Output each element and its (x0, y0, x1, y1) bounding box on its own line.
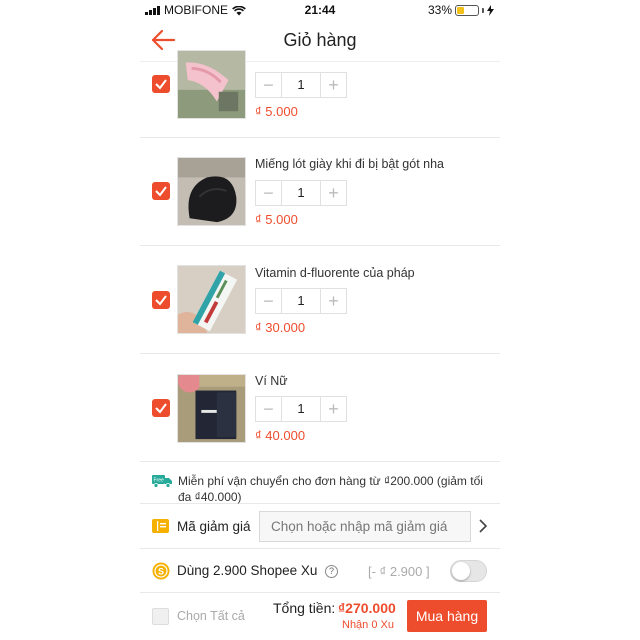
quantity-stepper: − 1 + (255, 288, 347, 314)
quantity-value[interactable]: 1 (281, 397, 321, 421)
cart-screen: MOBIFONE 21:44 33% Giỏ hàng − 1 + ₫ 5.00… (140, 0, 500, 640)
page-title: Giỏ hàng (283, 30, 357, 50)
battery-icon (455, 4, 479, 16)
item-price: ₫ 5.000 (255, 104, 298, 119)
checkmark-icon (155, 186, 167, 197)
product-photo-pink-item (178, 51, 245, 118)
status-bar: MOBIFONE 21:44 33% (140, 0, 500, 20)
battery-percent: 33% (427, 3, 452, 17)
item-price: ₫ 30.000 (255, 320, 306, 335)
charging-bolt-icon (487, 4, 494, 16)
coins-discount: [- ₫ 2.900 ] (368, 564, 430, 579)
svg-text:S: S (158, 566, 164, 576)
cart-item: Vitamin d-fluorente của pháp − 1 + ₫ 30.… (140, 246, 500, 354)
checkmark-icon (155, 403, 167, 414)
cart-item: − 1 + ₫ 5.000 (140, 50, 500, 138)
increase-button[interactable]: + (321, 181, 346, 205)
buy-button[interactable]: Mua hàng (407, 600, 487, 632)
item-name[interactable]: Miếng lót giày khi đi bị bật gót nha (255, 157, 495, 171)
increase-button[interactable]: + (321, 73, 346, 97)
item-checkbox[interactable] (152, 291, 170, 309)
decrease-button[interactable]: − (256, 181, 281, 205)
coins-toggle[interactable] (450, 560, 487, 582)
item-name[interactable]: Vitamin d-fluorente của pháp (255, 266, 495, 280)
product-image[interactable] (177, 50, 246, 119)
coins-earned: Nhận 0 Xu (342, 619, 394, 631)
svg-text:Free: Free (154, 478, 165, 484)
item-checkbox[interactable] (152, 182, 170, 200)
toggle-knob (452, 562, 470, 580)
decrease-button[interactable]: − (256, 289, 281, 313)
quantity-value[interactable]: 1 (281, 289, 321, 313)
select-all-label[interactable]: Chọn Tất cả (177, 609, 245, 623)
chevron-right-icon[interactable] (478, 518, 488, 534)
cart-item: Miếng lót giày khi đi bị bật gót nha − 1… (140, 138, 500, 246)
quantity-stepper: − 1 + (255, 72, 347, 98)
quantity-stepper: − 1 + (255, 180, 347, 206)
quantity-value[interactable]: 1 (281, 73, 321, 97)
free-shipping-text: Miễn phí vận chuyển cho đơn hàng từ ₫200… (178, 474, 483, 504)
voucher-label: Mã giảm giá (177, 519, 251, 534)
item-checkbox[interactable] (152, 75, 170, 93)
decrease-button[interactable]: − (256, 397, 281, 421)
product-photo-wallet (178, 375, 245, 442)
item-checkbox[interactable] (152, 399, 170, 417)
checkmark-icon (155, 295, 167, 306)
increase-button[interactable]: + (321, 397, 346, 421)
checkmark-icon (155, 79, 167, 90)
product-photo-shoe-insert (178, 158, 245, 225)
cart-item: Ví Nữ − 1 + ₫ 40.000 (140, 354, 500, 462)
product-image[interactable] (177, 265, 246, 334)
item-name[interactable]: Ví Nữ (255, 374, 495, 388)
select-all-checkbox[interactable] (152, 608, 169, 625)
checkout-footer: Chọn Tất cả Tổng tiền: ₫270.000 Nhận 0 X… (140, 593, 500, 640)
product-photo-vitamin-box (178, 266, 245, 333)
free-shipping-truck-icon: Free (152, 475, 172, 488)
voucher-ticket-icon (152, 519, 169, 533)
total-value: ₫270.000 (338, 600, 396, 616)
battery-tip (482, 7, 484, 13)
coins-label: Dùng 2.900 Shopee Xu (177, 563, 318, 578)
coin-icon: S (152, 562, 170, 580)
product-image[interactable] (177, 374, 246, 443)
decrease-button[interactable]: − (256, 73, 281, 97)
quantity-value[interactable]: 1 (281, 181, 321, 205)
status-right: 33% (428, 3, 494, 17)
item-price: ₫ 5.000 (255, 212, 298, 227)
item-price: ₫ 40.000 (255, 428, 306, 443)
voucher-input[interactable] (259, 511, 471, 542)
shopee-coins-row: S Dùng 2.900 Shopee Xu ? [- ₫ 2.900 ] (140, 549, 500, 593)
free-shipping-banner: Free Miễn phí vận chuyển cho đơn hàng từ… (140, 462, 500, 504)
total-label: Tổng tiền: (273, 600, 336, 616)
quantity-stepper: − 1 + (255, 396, 347, 422)
voucher-row: Mã giảm giá (140, 504, 500, 549)
help-icon[interactable]: ? (325, 565, 338, 578)
increase-button[interactable]: + (321, 289, 346, 313)
product-image[interactable] (177, 157, 246, 226)
